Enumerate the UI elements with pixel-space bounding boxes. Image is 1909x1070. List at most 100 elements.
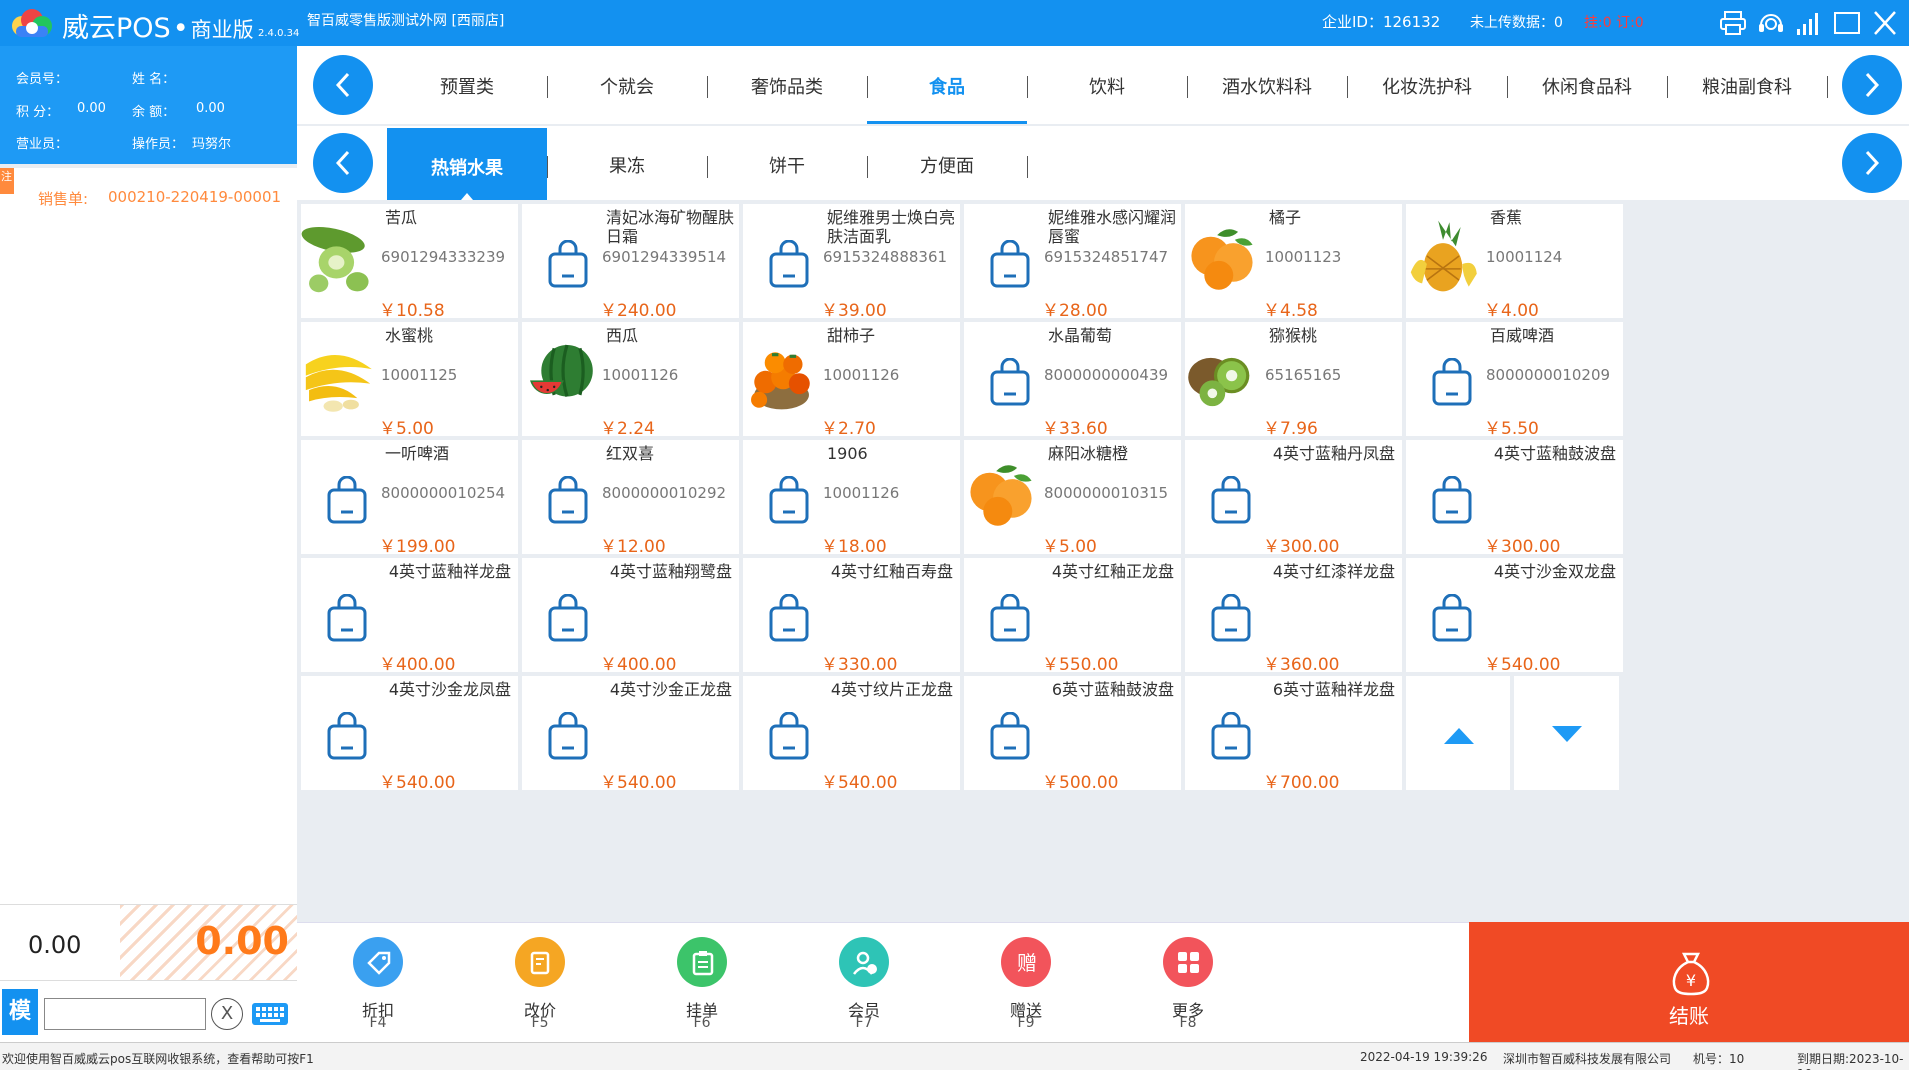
product-tile[interactable]: 水晶葡萄 8000000000439 ￥33.60	[964, 322, 1181, 439]
action-f5-button[interactable]: 改价 F5	[490, 923, 590, 1043]
product-tile[interactable]: 6英寸蓝釉祥龙盘 ￥700.00	[1185, 676, 1402, 793]
pending-orders[interactable]: 挂:0 订:0	[1584, 12, 1644, 32]
category-tab[interactable]: 粮油副食科	[1667, 46, 1827, 124]
clear-button[interactable]: X	[211, 998, 243, 1030]
product-tile[interactable]: 4英寸蓝釉丹凤盘 ￥300.00	[1185, 440, 1402, 557]
headset-icon[interactable]	[1756, 9, 1786, 37]
barcode-input[interactable]	[44, 998, 206, 1030]
company-name: 深圳市智百威科技发展有限公司	[1503, 1052, 1672, 1066]
product-name: 4英寸沙金双龙盘	[1493, 562, 1616, 581]
category-divider	[1827, 76, 1828, 98]
product-price: ￥240.00	[600, 301, 677, 321]
chevron-left-icon	[335, 72, 350, 98]
close-icon[interactable]	[1870, 9, 1900, 37]
product-tile[interactable]: 4英寸沙金正龙盘 ￥540.00	[522, 676, 739, 793]
product-tile[interactable]: 水蜜桃 10001125 ￥5.00	[301, 322, 518, 439]
action-f6-button[interactable]: 挂单 F6	[652, 923, 752, 1043]
product-tile[interactable]: 4英寸蓝釉祥龙盘 ￥400.00	[301, 558, 518, 675]
product-tile[interactable]: 6英寸蓝釉鼓波盘 ￥500.00	[964, 676, 1181, 793]
product-grid: 苦瓜 6901294333239 ￥10.58 清妃冰海矿物醒肤日霜 690129433…	[297, 204, 1909, 922]
product-tile[interactable]: 4英寸纹片正龙盘 ￥540.00	[743, 676, 960, 793]
product-tile[interactable]: 百威啤酒 8000000010209 ￥5.50	[1406, 322, 1623, 439]
window-icon[interactable]	[1832, 9, 1862, 37]
product-tile[interactable]: 4英寸红釉正龙盘 ￥550.00	[964, 558, 1181, 675]
points-label: 积 分：	[16, 105, 60, 120]
product-tile[interactable]: 妮维雅男士焕白亮肤洁面乳 6915324888361 ￥39.00	[743, 204, 960, 321]
category-tab[interactable]: 预置类	[387, 46, 547, 124]
action-f4-button[interactable]: 折扣 F4	[328, 923, 428, 1043]
action-shortcut: F5	[531, 1015, 549, 1031]
tag-icon	[367, 951, 391, 975]
product-tile[interactable]: 甜柿子 10001126 ￥2.70	[743, 322, 960, 439]
product-code: 65165165	[1265, 366, 1342, 384]
product-name: 4英寸红漆祥龙盘	[1272, 562, 1395, 581]
product-tile[interactable]: 4英寸红釉百寿盘 ￥330.00	[743, 558, 960, 675]
category-tab[interactable]: 休闲食品科	[1507, 46, 1667, 124]
product-tile[interactable]: 香蕉 10001124 ￥4.00	[1406, 204, 1623, 321]
product-price: ￥33.60	[1042, 419, 1108, 439]
product-tile[interactable]: 4英寸蓝釉鼓波盘 ￥300.00	[1406, 440, 1623, 557]
store-title: 智百威零售版测试外网 [西丽店]	[307, 13, 505, 29]
subcategory-prev-button[interactable]	[313, 133, 373, 193]
triangle-up-icon	[1444, 728, 1474, 744]
money-bag-icon: ¥	[1672, 952, 1710, 996]
category-tab[interactable]: 个就会	[547, 46, 707, 124]
product-name: 水蜜桃	[385, 326, 434, 345]
product-name: 香蕉	[1490, 208, 1523, 227]
product-price: ￥12.00	[600, 537, 666, 557]
product-tile[interactable]: 妮维雅水感闪耀润唇蜜 6915324851747 ￥28.00	[964, 204, 1181, 321]
product-code: 10001126	[823, 484, 900, 502]
edit-price-icon	[530, 951, 550, 975]
product-tile[interactable]: 苦瓜 6901294333239 ￥10.58	[301, 204, 518, 321]
category-tab[interactable]: 奢饰品类	[707, 46, 867, 124]
category-tab[interactable]: 食品	[867, 46, 1027, 124]
page-down-button[interactable]	[1514, 676, 1619, 790]
action-f7-button[interactable]: 会员 F7	[814, 923, 914, 1043]
subcategory-tab[interactable]: 方便面	[867, 126, 1027, 200]
mode-button[interactable]: 模	[2, 989, 38, 1035]
subcategory-next-button[interactable]	[1842, 133, 1902, 193]
shopping-bag-icon	[988, 239, 1032, 294]
product-tile[interactable]: 4英寸蓝釉翔鹭盘 ￥400.00	[522, 558, 739, 675]
product-tile[interactable]: 4英寸红漆祥龙盘 ￥360.00	[1185, 558, 1402, 675]
category-tab[interactable]: 酒水饮料科	[1187, 46, 1347, 124]
shopping-bag-icon	[1430, 593, 1474, 648]
printer-icon[interactable]	[1718, 9, 1748, 37]
sales-order-row: 注 销售单: 000210-220419-00001	[0, 168, 297, 228]
product-code: 8000000010292	[602, 484, 727, 502]
product-tile[interactable]: 西瓜 10001126 ￥2.24	[522, 322, 739, 439]
action-f9-button[interactable]: 赠赠送 F9	[976, 923, 1076, 1043]
product-code: 8000000010209	[1486, 366, 1611, 384]
keyboard-icon[interactable]	[250, 998, 290, 1030]
subcategory-tab[interactable]: 热销水果	[387, 128, 547, 200]
shopping-bag-icon	[767, 711, 811, 766]
product-tile[interactable]: 4英寸沙金双龙盘 ￥540.00	[1406, 558, 1623, 675]
action-icon-circle	[515, 937, 565, 987]
action-f8-button[interactable]: 更多 F8	[1138, 923, 1238, 1043]
shopping-bag-icon	[767, 593, 811, 648]
product-name: 6英寸蓝釉鼓波盘	[1051, 680, 1174, 699]
product-tile[interactable]: 一听啤酒 8000000010254 ￥199.00	[301, 440, 518, 557]
member-card[interactable]: 会员号： 姓 名： 积 分： 0.00 余 额： 0.00 营业员： 操作员： …	[0, 46, 297, 164]
product-tile[interactable]: 猕猴桃 65165165 ￥7.96	[1185, 322, 1402, 439]
status-bar: 欢迎使用智百威威云pos互联网收银系统，查看帮助可按F1 2022-04-19 …	[0, 1042, 1909, 1070]
product-tile[interactable]: 清妃冰海矿物醒肤日霜 6901294339514 ￥240.00	[522, 204, 739, 321]
product-tile[interactable]: 橘子 10001123 ￥4.58	[1185, 204, 1402, 321]
category-tab[interactable]: 化妆洗护科	[1347, 46, 1507, 124]
product-tile[interactable]: 1906 10001126 ￥18.00	[743, 440, 960, 557]
product-name: 妮维雅水感闪耀润唇蜜	[1048, 208, 1177, 246]
product-name: 4英寸红釉正龙盘	[1051, 562, 1174, 581]
subcategory-tab[interactable]: 果冻	[547, 126, 707, 200]
order-note-tag[interactable]: 注	[0, 168, 14, 194]
checkout-button[interactable]: ¥ 结账	[1469, 922, 1909, 1042]
category-next-button[interactable]	[1842, 55, 1902, 115]
product-tile[interactable]: 4英寸沙金龙凤盘 ￥540.00	[301, 676, 518, 793]
product-name: 甜柿子	[827, 326, 876, 345]
product-tile[interactable]: 红双喜 8000000010292 ￥12.00	[522, 440, 739, 557]
subcategory-tab[interactable]: 饼干	[707, 126, 867, 200]
category-tab[interactable]: 饮料	[1027, 46, 1187, 124]
product-code: 10001126	[823, 366, 900, 384]
category-prev-button[interactable]	[313, 55, 373, 115]
page-up-button[interactable]	[1406, 676, 1510, 790]
product-tile[interactable]: 麻阳冰糖橙 8000000010315 ￥5.00	[964, 440, 1181, 557]
